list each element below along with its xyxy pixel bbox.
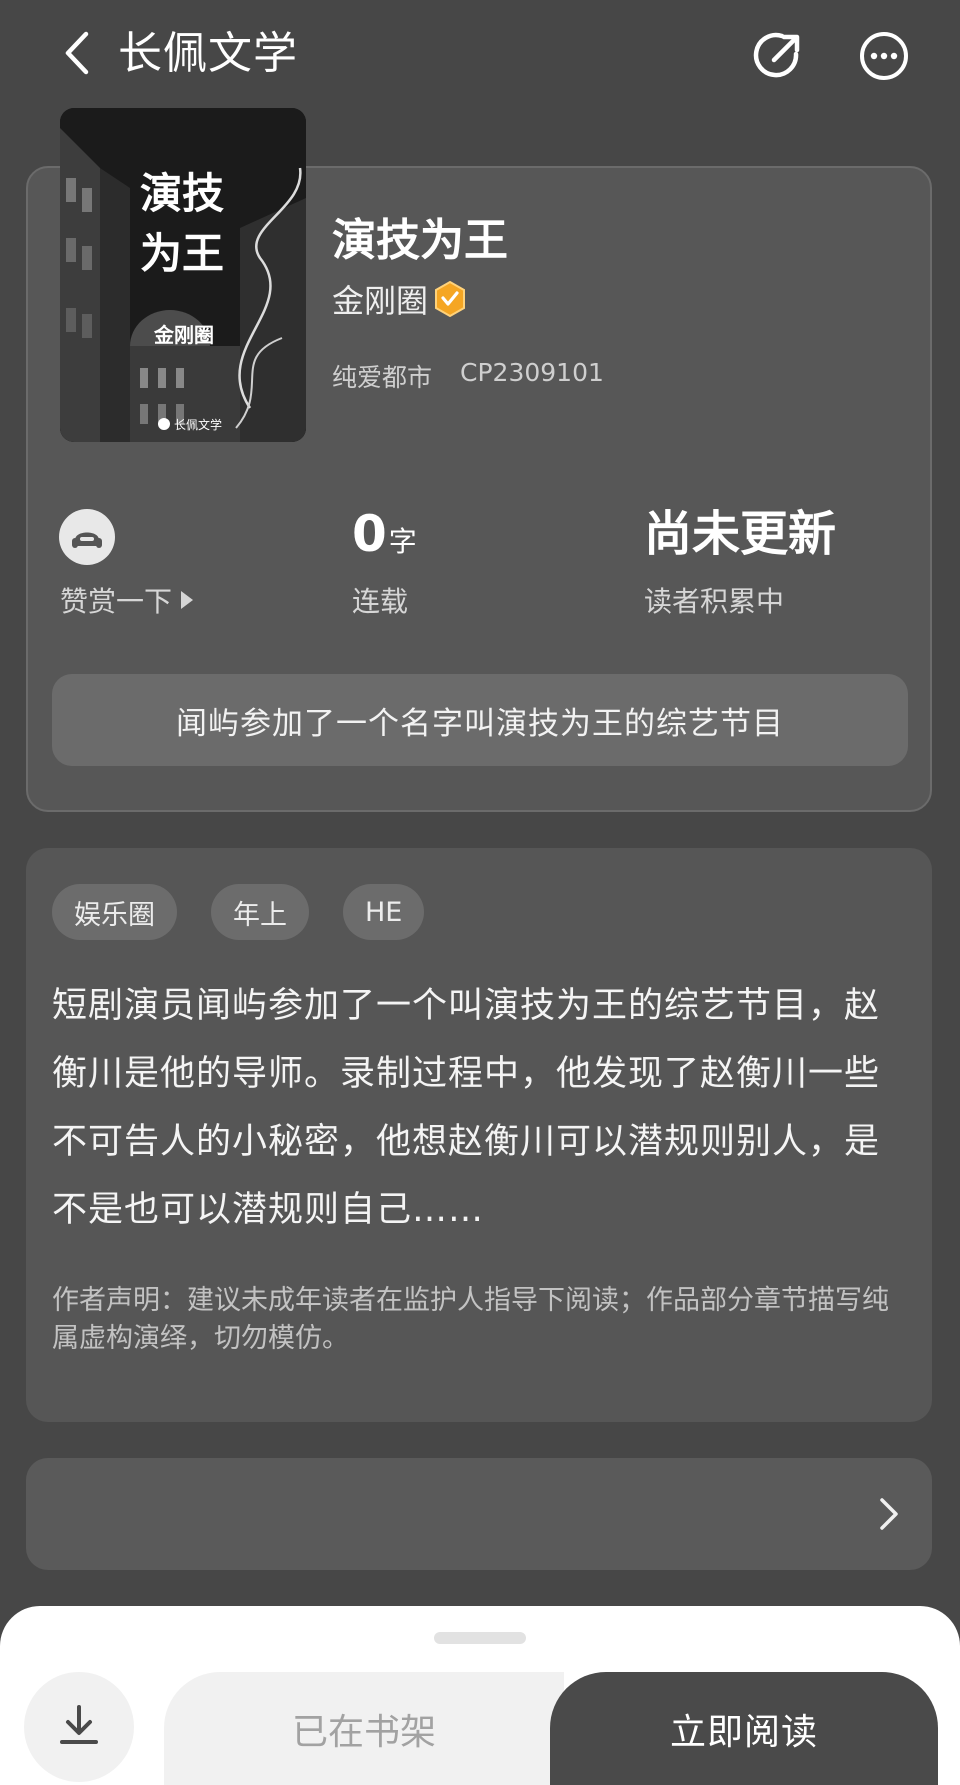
word-count-unit: 字 — [388, 525, 417, 558]
chevron-left-icon[interactable] — [58, 28, 98, 78]
verified-badge-icon — [432, 280, 468, 318]
reward-icon[interactable] — [58, 508, 116, 566]
download-icon — [56, 1702, 102, 1752]
tag-item[interactable]: 年上 — [211, 884, 309, 940]
read-now-button[interactable]: 立即阅读 — [550, 1672, 938, 1785]
readers-status: 读者积累中 — [644, 585, 785, 618]
on-shelf-button[interactable]: 已在书架 — [164, 1672, 564, 1785]
author-name[interactable]: 金刚圈 — [332, 276, 428, 322]
book-title: 演技为王 — [332, 215, 508, 266]
chevron-right-icon[interactable] — [874, 1494, 902, 1534]
book-category[interactable]: 纯爱都市 — [332, 358, 432, 394]
update-status: 尚未更新 — [644, 506, 837, 562]
synopsis: 短剧演员闻屿参加了一个叫演技为王的综艺节目，赵衡川是他的导师。录制过程中，他发现… — [52, 986, 881, 1230]
word-count-value: 0 — [352, 505, 387, 563]
sheet-handle[interactable] — [434, 1632, 526, 1644]
author-row[interactable]: 金刚圈 — [332, 274, 468, 324]
cover-title-line1: 演技 — [140, 169, 224, 218]
cover-author: 金刚圈 — [153, 323, 214, 347]
book-id: CP2309101 — [460, 358, 604, 387]
reward-button[interactable]: 赞赏一下 — [60, 580, 194, 620]
more-icon[interactable] — [856, 28, 912, 84]
share-icon[interactable] — [750, 28, 806, 84]
catalog-row[interactable] — [26, 1458, 932, 1570]
download-button[interactable] — [24, 1672, 134, 1782]
cover-title-line2: 为王 — [140, 229, 224, 278]
book-tagline: 闻屿参加了一个名字叫演技为王的综艺节目 — [52, 674, 908, 766]
book-meta: 纯爱都市 CP2309101 — [332, 358, 604, 394]
tag-item[interactable]: 娱乐圈 — [52, 884, 177, 940]
tag-item[interactable]: HE — [343, 884, 425, 940]
triangle-right-icon — [180, 584, 194, 617]
word-count: 0字 — [352, 502, 417, 574]
tag-list: 娱乐圈 年上 HE — [52, 884, 425, 940]
serial-status: 连载 — [352, 585, 409, 618]
author-disclaimer: 作者声明：建议未成年读者在监护人指导下阅读；作品部分章节描写纯属虚构演绎，切勿模… — [52, 1285, 889, 1354]
book-cover[interactable]: 演技 为王 金刚圈 长佩文学 — [60, 108, 306, 442]
reward-label: 赞赏一下 — [60, 585, 173, 618]
app-title: 长佩文学 — [118, 28, 298, 79]
cover-publisher: 长佩文学 — [174, 417, 222, 432]
